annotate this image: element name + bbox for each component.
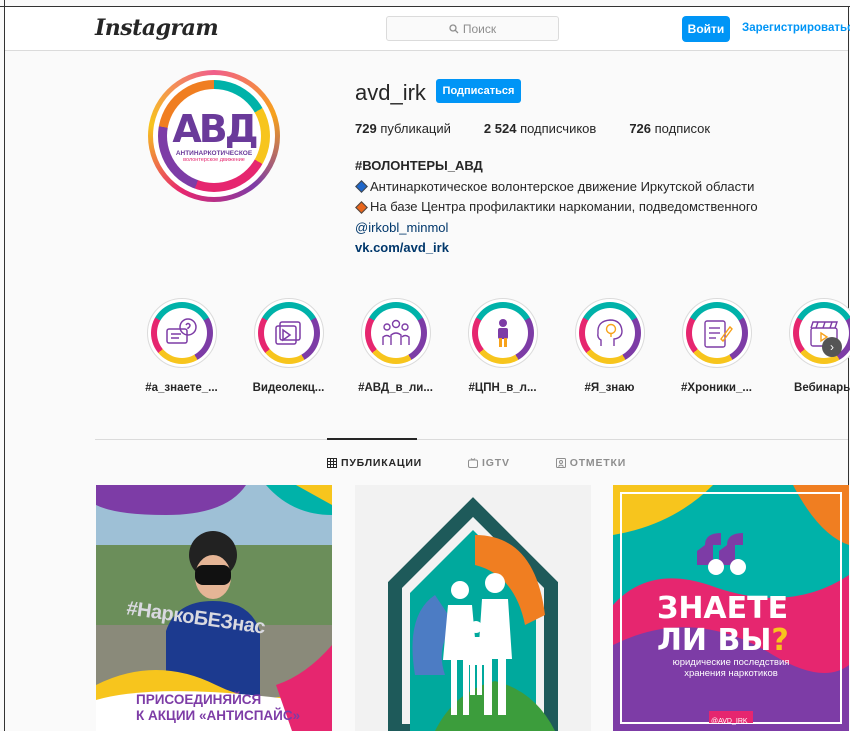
highlights-next-button[interactable]: ›	[822, 337, 842, 357]
active-tab-indicator	[327, 438, 417, 440]
highlight-label: #ЦПН_в_л...	[468, 382, 537, 394]
post-thumbnail[interactable]: #НаркоБЕЗнас ПРИСОЕДИНЯЙСЯ К АКЦИИ «АНТИ…	[96, 485, 332, 731]
profile-username: avd_irk	[355, 80, 426, 105]
tab-tagged[interactable]: ОТМЕТКИ	[555, 457, 626, 469]
document-pen-icon	[703, 320, 733, 348]
profile-avatar[interactable]: АВД АНТИНАРКОТИЧЕСКОЕ волонтерское движе…	[148, 70, 280, 202]
video-play-icon	[274, 321, 301, 345]
avatar-logo-line2: волонтерское движение	[183, 156, 245, 163]
search-placeholder: Поиск	[462, 21, 497, 36]
search-icon	[449, 23, 459, 33]
bio-mention-link[interactable]: @irkobl_minmol	[355, 218, 758, 239]
tag-person-icon	[555, 458, 566, 468]
bio-name: #ВОЛОНТЕРЫ_АВД	[355, 158, 483, 173]
highlight-item[interactable]: #АВД_в_ли...	[342, 298, 449, 394]
orange-diamond-icon	[355, 200, 368, 214]
highlight-label: #АВД_в_ли...	[358, 382, 433, 394]
follow-button[interactable]: Подписаться	[436, 79, 521, 103]
stat-followers[interactable]: 2 524 подписчиков	[484, 121, 596, 136]
grid-icon	[327, 458, 337, 468]
register-link[interactable]: Зарегистрироваться	[742, 22, 850, 34]
post-image	[355, 485, 591, 731]
highlight-label: #а_знаете_...	[145, 382, 218, 394]
avatar-logo-text: АВД	[172, 106, 258, 151]
post3-subtitle: юридические последствия хранения наркоти…	[672, 657, 790, 679]
highlight-label: #Хроники_...	[681, 382, 752, 394]
post3-handle: @AVD_IRK	[711, 718, 748, 725]
instagram-logo[interactable]: Instagram	[95, 15, 219, 41]
highlight-label: Вебинары	[794, 382, 850, 394]
content-divider	[95, 439, 848, 440]
highlight-item[interactable]: #Я_знаю	[556, 298, 663, 394]
post-thumbnail[interactable]	[355, 485, 591, 731]
bio-line-1: Антинаркотическое волонтерское движение …	[355, 177, 758, 198]
highlight-item[interactable]: Видеолекц...	[235, 298, 342, 394]
window-frame-left	[4, 0, 5, 731]
search-input[interactable]: Поиск	[386, 16, 559, 41]
head-lightbulb-icon	[596, 319, 623, 346]
post-thumbnail[interactable]: ЗНАЕТЕ ЛИ ВЫ? юридические последствия хр…	[613, 485, 849, 731]
story-highlights: #а_знаете_... Видеолекц... #АВД_в_ли... …	[128, 298, 850, 394]
person-icon	[497, 319, 508, 347]
bio-line-2: На базе Центра профилактики наркомании, …	[355, 197, 758, 218]
post3-title: ЗНАЕТЕ ЛИ ВЫ?	[657, 591, 789, 658]
tab-posts[interactable]: ПУБЛИКАЦИИ	[327, 457, 422, 469]
highlight-item[interactable]: #а_знаете_...	[128, 298, 235, 394]
chevron-right-icon: ›	[830, 340, 834, 354]
profile-tabs: ПУБЛИКАЦИИ IGTV ОТМЕТКИ	[327, 457, 672, 469]
tv-icon	[468, 458, 479, 468]
tab-igtv[interactable]: IGTV	[468, 457, 510, 469]
stat-following[interactable]: 726 подписок	[629, 121, 710, 136]
post1-caption: ПРИСОЕДИНЯЙСЯ К АКЦИИ «АНТИСПАЙС»	[136, 692, 301, 723]
top-navbar: Instagram Поиск Войти Зарегистрироваться	[5, 7, 850, 51]
highlight-item[interactable]: #Хроники_...	[663, 298, 770, 394]
highlight-item[interactable]: #ЦПН_в_л...	[449, 298, 556, 394]
group-people-icon	[381, 319, 410, 345]
highlight-label: Видеолекц...	[252, 382, 325, 394]
chat-question-icon	[165, 318, 197, 344]
profile-stats: 729 публикаций 2 524 подписчиков 726 под…	[355, 121, 743, 136]
bio-external-link[interactable]: vk.com/avd_irk	[355, 238, 758, 259]
blue-diamond-icon	[355, 180, 368, 193]
avatar-logo-line1: АНТИНАРКОТИЧЕСКОЕ	[175, 149, 253, 157]
profile-bio: #ВОЛОНТЕРЫ_АВД Антинаркотическое волонте…	[355, 156, 758, 259]
login-button[interactable]: Войти	[682, 16, 730, 42]
stat-posts: 729 публикаций	[355, 121, 451, 136]
highlight-label: #Я_знаю	[584, 382, 635, 394]
